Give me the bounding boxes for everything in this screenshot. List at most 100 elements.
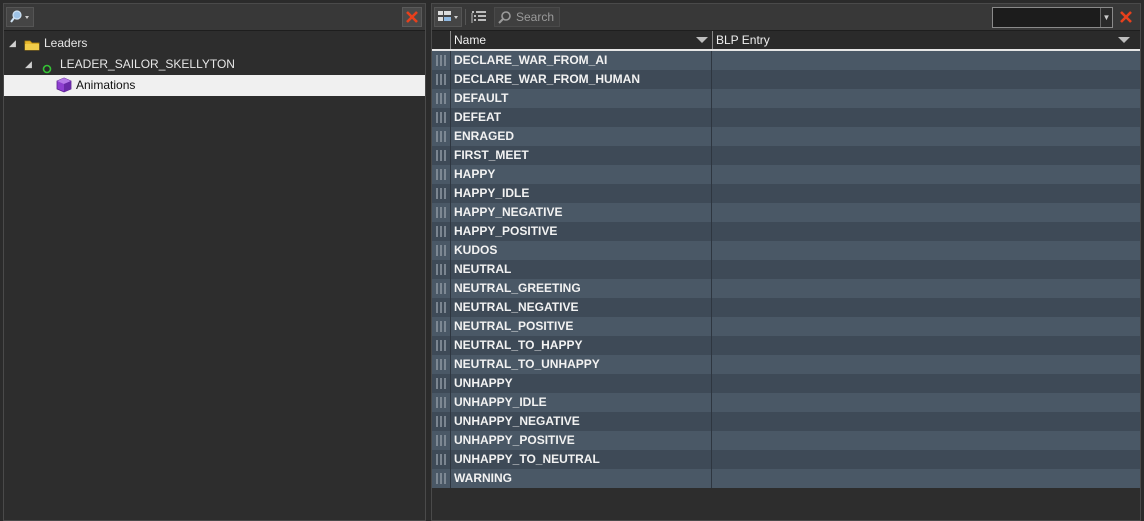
row-grip-icon[interactable] <box>436 226 448 237</box>
cell-name[interactable]: WARNING <box>450 469 712 488</box>
cell-name[interactable]: HAPPY <box>450 165 712 184</box>
table-row[interactable]: WARNING <box>432 469 1140 488</box>
cell-blp-entry[interactable] <box>712 203 1134 222</box>
cell-name[interactable]: FIRST_MEET <box>450 146 712 165</box>
search-button[interactable]: Search <box>494 7 560 27</box>
row-grip-icon[interactable] <box>436 321 448 332</box>
row-grip-icon[interactable] <box>436 169 448 180</box>
table-row[interactable]: ENRAGED <box>432 127 1140 146</box>
list-view-button[interactable] <box>468 7 490 27</box>
row-grip-icon[interactable] <box>436 397 448 408</box>
expand-arrow-icon[interactable]: ◢ <box>25 54 32 75</box>
table-row[interactable]: NEUTRAL_GREETING <box>432 279 1140 298</box>
row-grip-icon[interactable] <box>436 359 448 370</box>
table-row[interactable]: HAPPY_NEGATIVE <box>432 203 1140 222</box>
cell-blp-entry[interactable] <box>712 374 1134 393</box>
cell-name[interactable]: NEUTRAL_POSITIVE <box>450 317 712 336</box>
cell-name[interactable]: DEFAULT <box>450 89 712 108</box>
table-row[interactable]: DECLARE_WAR_FROM_HUMAN <box>432 70 1140 89</box>
cell-name[interactable]: NEUTRAL <box>450 260 712 279</box>
table-row[interactable]: NEUTRAL_TO_HAPPY <box>432 336 1140 355</box>
table-row[interactable]: NEUTRAL_NEGATIVE <box>432 298 1140 317</box>
table-row[interactable]: KUDOS <box>432 241 1140 260</box>
cell-name[interactable]: DECLARE_WAR_FROM_HUMAN <box>450 70 712 89</box>
table-row[interactable]: HAPPY_IDLE <box>432 184 1140 203</box>
column-header-blp-entry[interactable]: BLP Entry <box>712 31 1134 49</box>
row-grip-icon[interactable] <box>436 454 448 465</box>
row-grip-icon[interactable] <box>436 150 448 161</box>
cell-name[interactable]: UNHAPPY_TO_NEUTRAL <box>450 450 712 469</box>
cell-name[interactable]: NEUTRAL_TO_UNHAPPY <box>450 355 712 374</box>
table-row[interactable]: HAPPY <box>432 165 1140 184</box>
table-row[interactable]: HAPPY_POSITIVE <box>432 222 1140 241</box>
close-explorer-button[interactable] <box>402 7 422 27</box>
cell-name[interactable]: ENRAGED <box>450 127 712 146</box>
table-row[interactable]: DEFAULT <box>432 89 1140 108</box>
tree-item-leaders[interactable]: ◢ Leaders <box>4 33 425 54</box>
cell-blp-entry[interactable] <box>712 108 1134 127</box>
cell-name[interactable]: UNHAPPY_NEGATIVE <box>450 412 712 431</box>
table-row[interactable]: DECLARE_WAR_FROM_AI <box>432 51 1140 70</box>
column-header-name[interactable]: Name <box>450 31 712 49</box>
cell-blp-entry[interactable] <box>712 450 1134 469</box>
find-dropdown-button[interactable] <box>6 7 34 27</box>
row-grip-icon[interactable] <box>436 131 448 142</box>
cell-blp-entry[interactable] <box>712 317 1134 336</box>
cell-blp-entry[interactable] <box>712 355 1134 374</box>
row-grip-icon[interactable] <box>436 74 448 85</box>
cell-blp-entry[interactable] <box>712 184 1134 203</box>
tree-item-leader[interactable]: ◢ LEADER_SAILOR_SKELLYTON <box>4 54 425 75</box>
table-row[interactable]: NEUTRAL <box>432 260 1140 279</box>
cell-name[interactable]: HAPPY_IDLE <box>450 184 712 203</box>
table-row[interactable]: UNHAPPY <box>432 374 1140 393</box>
cell-blp-entry[interactable] <box>712 70 1134 89</box>
cell-blp-entry[interactable] <box>712 393 1134 412</box>
cell-name[interactable]: NEUTRAL_TO_HAPPY <box>450 336 712 355</box>
cell-blp-entry[interactable] <box>712 431 1134 450</box>
row-grip-icon[interactable] <box>436 188 448 199</box>
row-grip-icon[interactable] <box>436 302 448 313</box>
cell-blp-entry[interactable] <box>712 412 1134 431</box>
expand-arrow-icon[interactable]: ◢ <box>9 33 16 54</box>
table-row[interactable]: FIRST_MEET <box>432 146 1140 165</box>
cell-blp-entry[interactable] <box>712 222 1134 241</box>
sort-arrow-icon[interactable] <box>696 37 708 43</box>
row-grip-icon[interactable] <box>436 416 448 427</box>
cell-name[interactable]: DECLARE_WAR_FROM_AI <box>450 51 712 70</box>
cell-blp-entry[interactable] <box>712 298 1134 317</box>
row-grip-icon[interactable] <box>436 340 448 351</box>
cell-blp-entry[interactable] <box>712 241 1134 260</box>
row-grip-icon[interactable] <box>436 245 448 256</box>
cell-blp-entry[interactable] <box>712 336 1134 355</box>
cell-name[interactable]: DEFEAT <box>450 108 712 127</box>
row-grip-icon[interactable] <box>436 93 448 104</box>
cell-blp-entry[interactable] <box>712 279 1134 298</box>
table-row[interactable]: UNHAPPY_TO_NEUTRAL <box>432 450 1140 469</box>
table-row[interactable]: UNHAPPY_POSITIVE <box>432 431 1140 450</box>
cell-name[interactable]: UNHAPPY <box>450 374 712 393</box>
row-grip-icon[interactable] <box>436 207 448 218</box>
cell-name[interactable]: HAPPY_POSITIVE <box>450 222 712 241</box>
close-grid-button[interactable] <box>1117 8 1135 26</box>
row-grip-icon[interactable] <box>436 55 448 66</box>
cell-blp-entry[interactable] <box>712 146 1134 165</box>
cell-blp-entry[interactable] <box>712 260 1134 279</box>
cell-name[interactable]: KUDOS <box>450 241 712 260</box>
table-row[interactable]: DEFEAT <box>432 108 1140 127</box>
row-grip-icon[interactable] <box>436 112 448 123</box>
tree-item-animations[interactable]: Animations <box>4 75 425 96</box>
table-row[interactable]: NEUTRAL_POSITIVE <box>432 317 1140 336</box>
cell-name[interactable]: NEUTRAL_NEGATIVE <box>450 298 712 317</box>
cell-blp-entry[interactable] <box>712 469 1134 488</box>
cell-name[interactable]: UNHAPPY_POSITIVE <box>450 431 712 450</box>
filter-combobox[interactable]: ▼ <box>992 7 1113 28</box>
cell-blp-entry[interactable] <box>712 127 1134 146</box>
table-row[interactable]: NEUTRAL_TO_UNHAPPY <box>432 355 1140 374</box>
sort-arrow-icon[interactable] <box>1118 37 1130 43</box>
table-row[interactable]: UNHAPPY_NEGATIVE <box>432 412 1140 431</box>
cell-blp-entry[interactable] <box>712 51 1134 70</box>
row-grip-icon[interactable] <box>436 378 448 389</box>
column-chooser-button[interactable] <box>434 7 462 27</box>
cell-name[interactable]: UNHAPPY_IDLE <box>450 393 712 412</box>
row-grip-icon[interactable] <box>436 473 448 484</box>
